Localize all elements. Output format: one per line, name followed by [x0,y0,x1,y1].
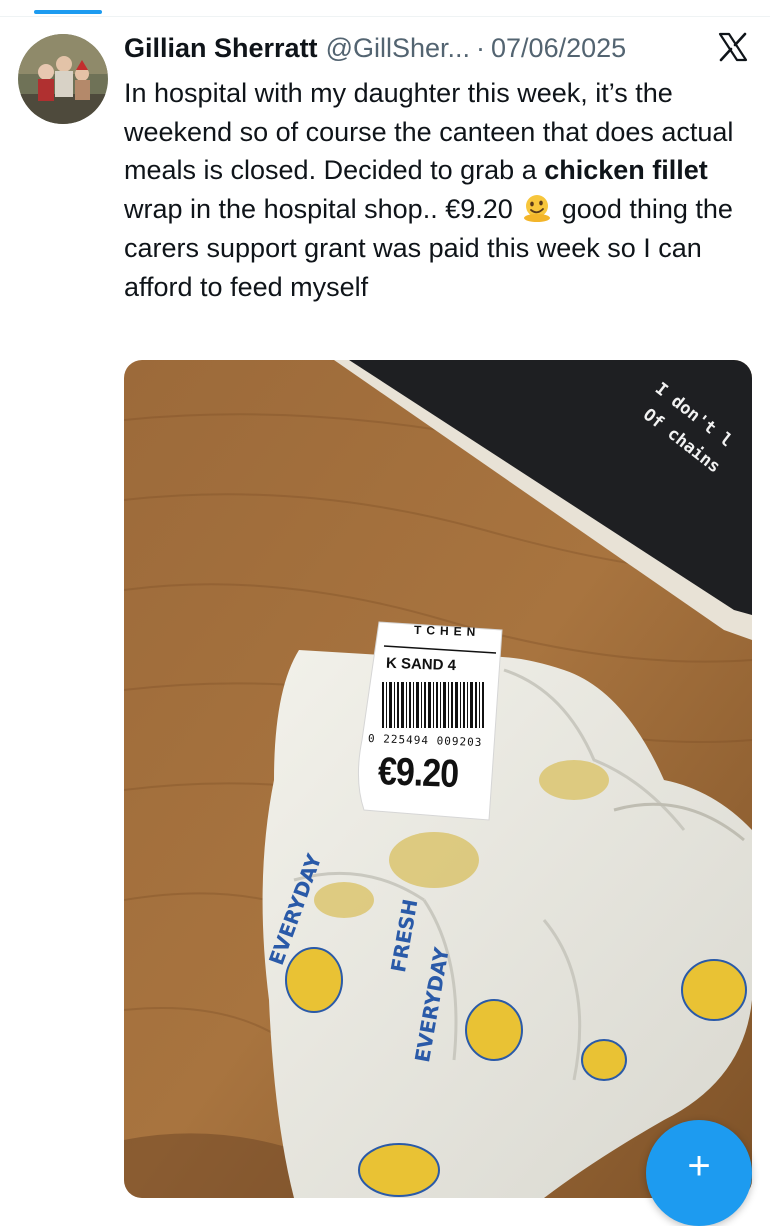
label-product-text: K SAND 4 [385,654,457,675]
label-brand-text: TCHEN [413,622,481,640]
separator-dot: · [476,32,486,63]
author-handle[interactable]: @GillSher... [326,33,470,64]
tweet-text: In hospital with my daughter this week, … [124,74,754,306]
melting-face-emoji [522,193,552,223]
tweet-header: Gillian Sherratt @GillSher... · 07/06/20… [124,28,724,68]
compose-button[interactable]: + [646,1120,752,1226]
tweet-text-bold: chicken fillet [544,155,708,186]
author-name[interactable]: Gillian Sherratt [124,33,318,64]
x-logo-icon [718,32,748,62]
post-date[interactable]: 07/06/2025 [491,33,626,64]
label-price: €9.20 [377,749,459,797]
tweet-text-part2: wrap in the hospital shop.. €9.20 [124,194,521,225]
plus-icon: + [687,1144,711,1188]
tweet-photo[interactable]: I don't l Of chains TCHEN K SAND 4 0 225… [124,360,752,1198]
divider [0,16,770,17]
avatar[interactable] [18,34,108,124]
tab-indicator [34,10,102,14]
